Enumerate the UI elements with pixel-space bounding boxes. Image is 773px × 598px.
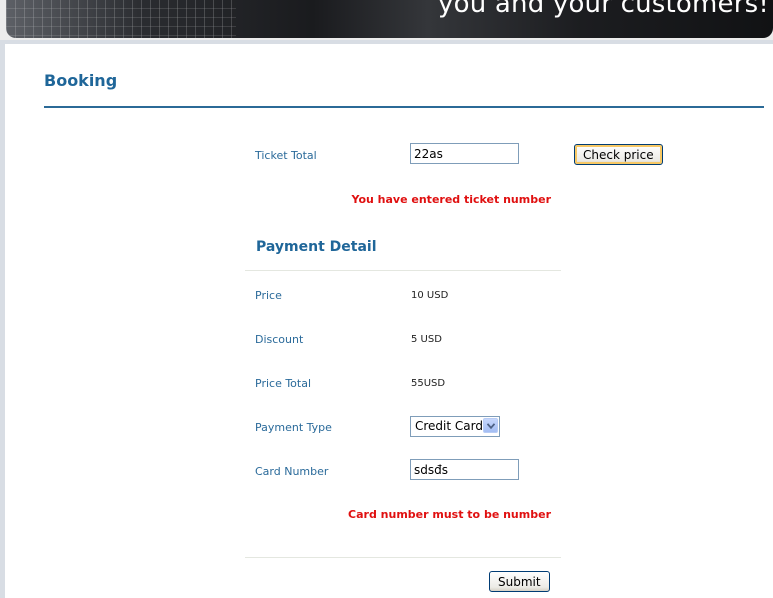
submit-button[interactable]: Submit [489, 571, 550, 592]
main-content: Booking Ticket Total Check price You hav… [5, 44, 773, 598]
banner-tagline: you and your customers! [438, 0, 769, 19]
title-divider [44, 106, 764, 108]
form-footer-divider [245, 557, 561, 558]
ticket-total-label: Ticket Total [255, 149, 317, 162]
card-number-error: Card number must to be number [348, 508, 551, 521]
ticket-message: You have entered ticket number [351, 193, 552, 206]
banner-grid-pattern [6, 0, 236, 38]
section-divider [245, 270, 561, 271]
check-price-button[interactable]: Check price [574, 144, 663, 165]
payment-type-label: Payment Type [255, 421, 332, 434]
payment-type-selected: Credit Card [415, 419, 483, 433]
chevron-down-icon[interactable] [483, 418, 498, 433]
discount-label: Discount [255, 333, 304, 346]
ticket-total-input[interactable] [410, 143, 519, 164]
payment-detail-title: Payment Detail [256, 239, 377, 255]
page-title: Booking [44, 71, 118, 90]
price-value: 10 USD [411, 290, 449, 301]
price-total-value: 55USD [411, 378, 446, 389]
card-number-input[interactable] [410, 459, 519, 480]
price-label: Price [255, 289, 282, 302]
card-number-label: Card Number [255, 465, 329, 478]
payment-type-select[interactable]: Credit Card [410, 416, 500, 437]
price-total-label: Price Total [255, 377, 312, 390]
banner-image: you and your customers! [6, 0, 773, 38]
header-banner: you and your customers! [0, 0, 773, 40]
discount-value: 5 USD [411, 334, 442, 345]
